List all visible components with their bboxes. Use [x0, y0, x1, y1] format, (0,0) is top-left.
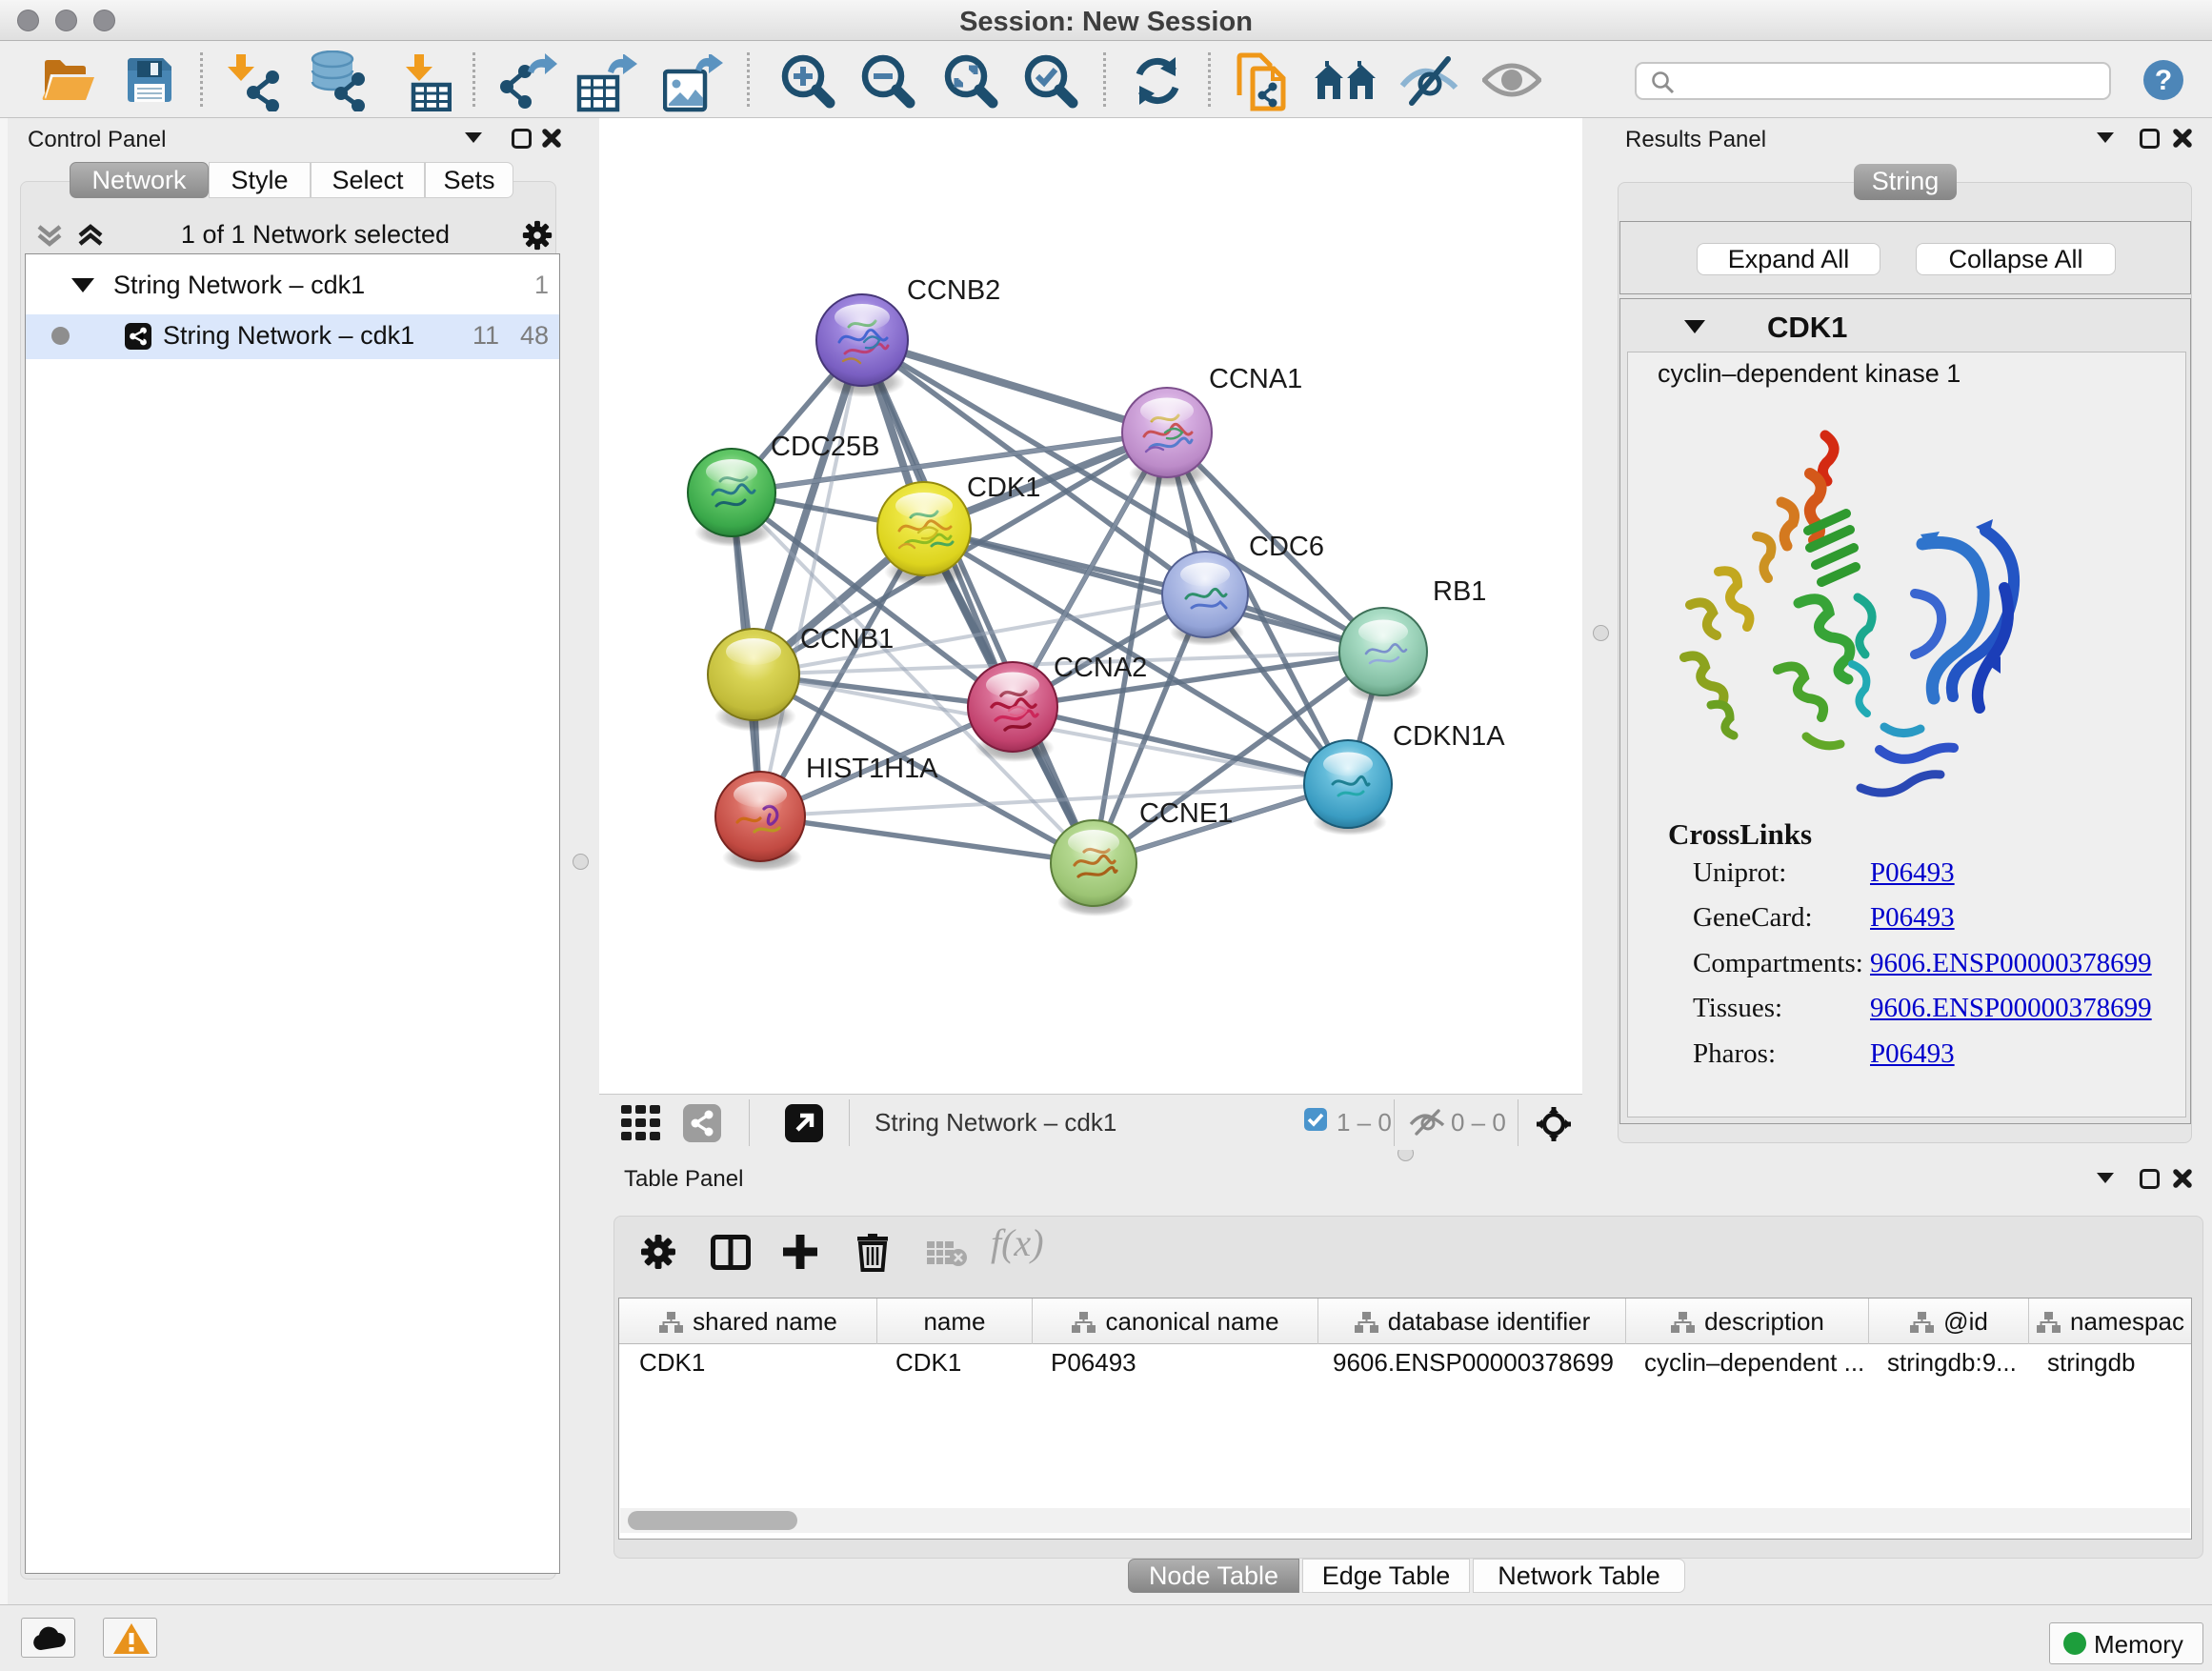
- svg-text:CCNE1: CCNE1: [1139, 798, 1233, 829]
- svg-text:CDK1: CDK1: [967, 473, 1040, 503]
- svg-text:CDC6: CDC6: [1249, 532, 1324, 562]
- svg-text:RB1: RB1: [1433, 576, 1486, 607]
- svg-text:CCNA1: CCNA1: [1209, 364, 1302, 394]
- svg-text:CDC25B: CDC25B: [771, 432, 879, 462]
- svg-text:CDKN1A: CDKN1A: [1393, 721, 1505, 752]
- svg-text:CCNA2: CCNA2: [1054, 653, 1147, 683]
- svg-text:?: ?: [2155, 65, 2172, 96]
- svg-text:HIST1H1A: HIST1H1A: [806, 754, 938, 784]
- svg-text:CCNB2: CCNB2: [907, 275, 1000, 306]
- svg-text:CCNB1: CCNB1: [800, 624, 894, 654]
